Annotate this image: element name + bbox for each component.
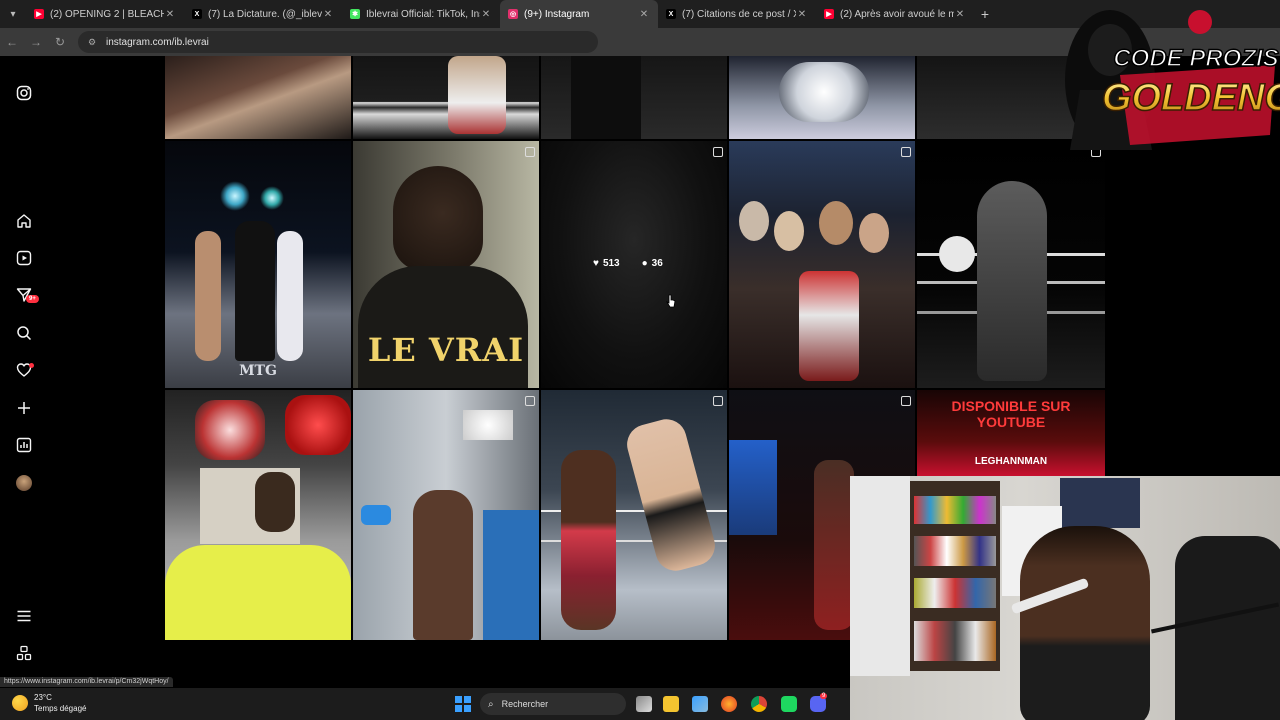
search-icon: ⌕ [488,698,494,710]
carousel-icon [525,396,535,406]
instagram-logo-icon[interactable] [16,85,32,101]
forward-button[interactable]: → [24,35,48,49]
close-tab-icon[interactable]: ✕ [954,9,966,20]
post-tile[interactable] [541,390,727,640]
likes-count: 513 [602,258,620,269]
discord-badge: 9 [820,693,828,699]
firefox-icon[interactable] [721,696,737,712]
comment-icon: ● [641,258,648,269]
close-tab-icon[interactable]: ✕ [638,9,650,20]
sun-icon [12,695,28,711]
messages-badge: 9+ [26,295,39,303]
x-icon: X [666,9,676,19]
post-tile[interactable]: MTG [165,141,351,388]
youtube-icon: ▶ [824,9,834,19]
taskbar-search[interactable]: ⌕ Rechercher [480,693,626,715]
browser-tab[interactable]: ▶ (2) Après avoir avoué le meurtr✕ [816,0,974,28]
mouse-cursor-icon [666,294,676,308]
tab-strip: ▶(2) OPENING 2 | BLEACH | D-te✕X(7) La D… [26,0,974,28]
tab-title: (2) Après avoir avoué le meurtr [840,8,954,20]
search-icon[interactable] [16,325,32,341]
home-icon[interactable] [16,213,32,229]
browser-tab[interactable]: X (7) Citations de ce post / X ✕ [658,0,816,28]
post-hover-stats: ♥ 513 ● 36 [593,258,663,269]
post-tile[interactable]: DISPONIBLE SUR YOUTUBE LEGHANNMAN [917,390,1105,476]
url-bar[interactable]: ⚙ instagram.com/ib.levrai [78,31,598,53]
windows-start-icon[interactable] [455,696,471,712]
linktree-icon: ✱ [350,9,360,19]
stream-logo-overlay: CODE PROZIS: GOLDENG [1065,10,1280,150]
status-bar-link: https://www.instagram.com/ib.levrai/p/Cm… [0,677,173,687]
tab-title: (7) La Dictature. (@_iblevrai) / X [208,8,322,20]
carousel-icon [901,147,911,157]
post-tile[interactable]: LE VRAI [353,141,539,388]
task-view-icon[interactable] [636,696,652,712]
weather-widget[interactable]: 23°C Temps dégagé [12,692,86,714]
menu-icon[interactable] [16,608,32,624]
logo-line1: CODE PROZIS: [1113,45,1280,72]
webcam-overlay [850,476,1280,720]
post-tile[interactable] [917,141,1105,388]
carousel-icon [713,396,723,406]
weather-temperature: 23°C [34,693,52,702]
tab-title: (9+) Instagram [524,8,590,20]
post-tile[interactable] [353,390,539,640]
reels-icon[interactable] [16,250,32,266]
post-tile[interactable] [541,56,727,139]
comments-stat: ● 36 [642,258,663,269]
post-tile[interactable] [165,390,351,640]
carousel-icon [525,147,535,157]
back-button[interactable]: ← [0,35,24,49]
tab-title: Iblevrai Official: TikTok, Instagra [366,8,480,20]
logo-line2: GOLDENG [1102,77,1280,119]
file-explorer-icon[interactable] [663,696,679,712]
close-tab-icon[interactable]: ✕ [164,9,176,20]
tab-title: (7) Citations de ce post / X [682,8,796,20]
browser-tab[interactable]: ◎ (9+) Instagram ✕ [500,0,658,28]
create-icon[interactable] [16,400,32,416]
browser-tab[interactable]: X (7) La Dictature. (@_iblevrai) / X✕ [184,0,342,28]
close-tab-icon[interactable]: ✕ [322,9,334,20]
heart-icon: ♥ [593,258,599,269]
weather-description: Temps dégagé [34,704,87,713]
x-icon: X [192,9,202,19]
new-tab-button[interactable]: + [974,6,996,22]
close-tab-icon[interactable]: ✕ [796,9,808,20]
post-tile[interactable] [729,56,915,139]
post-caption: LE VRAI [367,331,525,369]
post-tile[interactable] [729,141,915,388]
tab-search-button[interactable]: ▾ [0,0,26,28]
url-text: instagram.com/ib.levrai [106,36,209,48]
likes-stat: ♥ 513 [593,258,620,269]
youtube-icon: ▶ [34,9,44,19]
browser-tab[interactable]: ▶ (2) OPENING 2 | BLEACH | D-te✕ [26,0,184,28]
post-caption: MTG [239,363,277,379]
tab-title: (2) OPENING 2 | BLEACH | D-te [50,8,164,20]
instagram-sidebar: 9+ [0,56,48,686]
taskbar-search-placeholder: Rechercher [501,699,549,709]
store-icon[interactable] [692,696,708,712]
post-caption: LEGHANNMAN [974,456,1048,467]
post-tile[interactable] [165,56,351,139]
threads-icon[interactable] [16,645,32,661]
chrome-icon[interactable] [751,696,767,712]
carousel-icon [713,147,723,157]
app-icon[interactable] [781,696,797,712]
carousel-icon [901,396,911,406]
instagram-icon: ◎ [508,9,518,19]
profile-avatar[interactable] [16,475,32,491]
notification-dot [29,363,34,368]
dashboard-icon[interactable] [16,437,32,453]
post-tile[interactable] [353,56,539,139]
post-caption: DISPONIBLE SUR YOUTUBE [951,398,1071,430]
browser-tab[interactable]: ✱ Iblevrai Official: TikTok, Instagra✕ [342,0,500,28]
site-info-icon[interactable]: ⚙ [88,37,98,48]
comments-count: 36 [651,258,663,269]
reload-button[interactable]: ↻ [48,35,72,49]
close-tab-icon[interactable]: ✕ [480,9,492,20]
